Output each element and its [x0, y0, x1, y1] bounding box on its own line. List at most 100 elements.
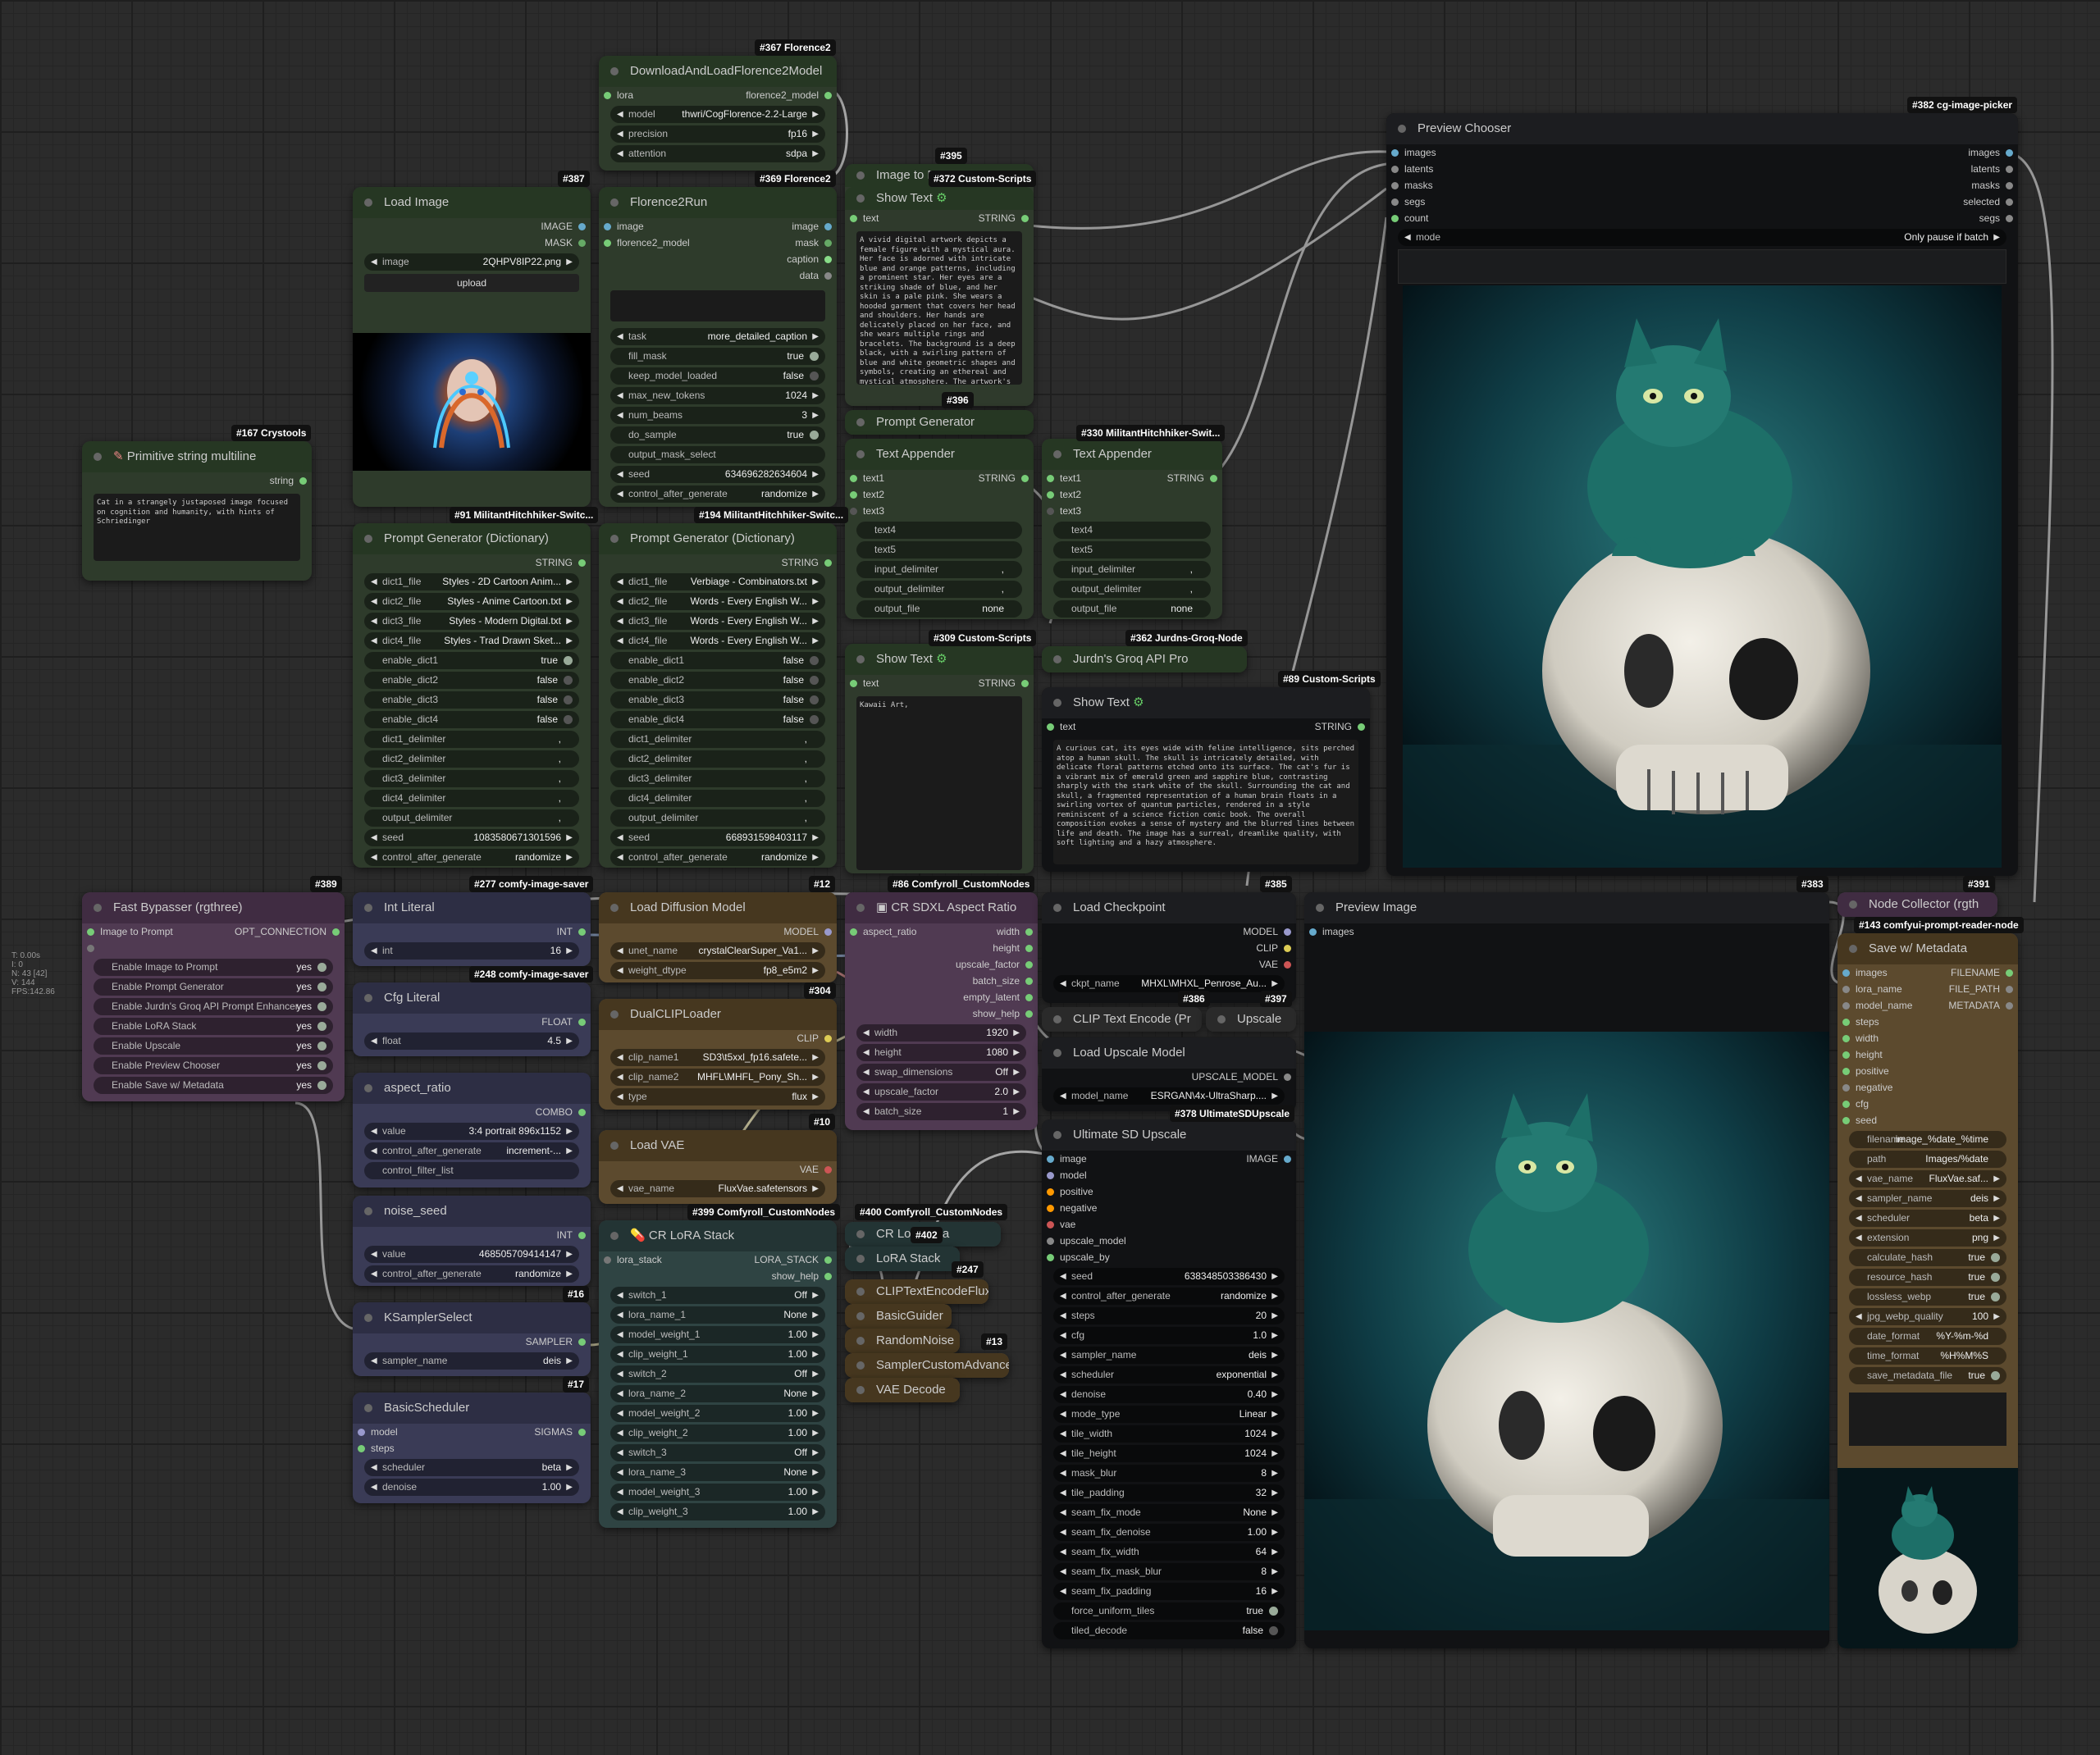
- toggle-icon[interactable]: [1269, 1626, 1278, 1635]
- output-socket[interactable]: [1210, 475, 1217, 482]
- toggle-icon[interactable]: [810, 695, 819, 704]
- widget-model-weight-1[interactable]: ◀ model_weight_1 1.00 ▶: [610, 1326, 825, 1343]
- widget-unet[interactable]: ◀ unet_name crystalClearSuper_Va1... ▶: [610, 942, 825, 960]
- widget-extension[interactable]: ◀ extension png ▶: [1849, 1229, 2006, 1247]
- node-header[interactable]: Int Literal: [353, 892, 591, 923]
- input-socket[interactable]: [1047, 1238, 1054, 1245]
- toggle-icon[interactable]: [1991, 1253, 2000, 1262]
- input-socket[interactable]: [850, 508, 857, 515]
- widget-enable-image-to-prompt[interactable]: Enable Image to Prompt yes: [94, 959, 333, 976]
- widget-upscale-model[interactable]: ◀ model_name ESRGAN\4x-UltraSharp.... ▶: [1053, 1087, 1285, 1105]
- widget-control[interactable]: ◀ control_after_generate increment-... ▶: [364, 1142, 579, 1160]
- output-socket[interactable]: [2006, 1002, 2013, 1010]
- output-socket[interactable]: [578, 1232, 586, 1239]
- input-socket[interactable]: [1842, 1084, 1850, 1092]
- preview-image-node[interactable]: Preview Image images: [1304, 892, 1829, 1648]
- widget-keep-model-loaded[interactable]: keep_model_loaded false: [610, 367, 825, 385]
- input-socket[interactable]: [604, 239, 611, 247]
- widget-seam-fix-width[interactable]: ◀ seam_fix_width 64 ▶: [1053, 1543, 1285, 1561]
- widget-value[interactable]: ◀ value 468505709414147 ▶: [364, 1246, 579, 1263]
- groq-api-node[interactable]: Jurdn's Groq API Pro: [1042, 646, 1247, 672]
- sampler-custom-advanced-node[interactable]: SamplerCustomAdvance: [845, 1353, 1009, 1378]
- widget-tile-padding[interactable]: ◀ tile_padding 32 ▶: [1053, 1484, 1285, 1502]
- widget-vae[interactable]: ◀ vae_name FluxVae.safetensors ▶: [610, 1180, 825, 1197]
- input-socket[interactable]: [850, 491, 857, 499]
- load-checkpoint-node[interactable]: Load Checkpoint MODEL CLIP VAE ◀ ckpt_nam…: [1042, 892, 1296, 1003]
- widget-path[interactable]: path Images/%date: [1849, 1151, 2006, 1168]
- node-header[interactable]: Cfg Literal: [353, 982, 591, 1014]
- input-socket[interactable]: [1842, 986, 1850, 993]
- widget-filter[interactable]: control_filter_list: [364, 1162, 579, 1179]
- widget-dict4-file[interactable]: ◀ dict4_file Words - Every English W... ▶: [610, 632, 825, 650]
- cr-lora-stack-node[interactable]: 💊 CR LoRA Stack lora_stack LORA_STACK sho…: [599, 1220, 837, 1528]
- widget-enable-preview-chooser[interactable]: Enable Preview Chooser yes: [94, 1057, 333, 1074]
- show-text-node-2[interactable]: Show Text ⚙ text STRING Kawaii Art,: [845, 644, 1034, 873]
- node-header[interactable]: Show Text ⚙: [845, 187, 1034, 210]
- widget-date-format[interactable]: date_format %Y-%m-%d: [1849, 1328, 2006, 1345]
- widget-sampler[interactable]: ◀ sampler_name deis ▶: [364, 1352, 579, 1370]
- toggle-icon[interactable]: [564, 715, 573, 724]
- input-socket[interactable]: [1047, 491, 1054, 499]
- output-socket[interactable]: [2006, 215, 2013, 222]
- output-socket[interactable]: [2006, 166, 2013, 173]
- widget-switch-3[interactable]: ◀ switch_3 Off ▶: [610, 1444, 825, 1461]
- widget-dict1-delimiter[interactable]: dict1_delimiter,: [364, 731, 579, 748]
- widget-enable-save-w-metadata[interactable]: Enable Save w/ Metadata yes: [94, 1077, 333, 1094]
- show-text-node-3[interactable]: Show Text ⚙ text STRING A curious cat, it…: [1042, 687, 1370, 872]
- widget-sampler-name[interactable]: ◀ sampler_name deis ▶: [1053, 1347, 1285, 1364]
- output-socket[interactable]: [1284, 961, 1291, 969]
- toggle-icon[interactable]: [317, 1061, 326, 1070]
- node-header[interactable]: RandomNoise: [845, 1329, 960, 1353]
- widget-save-metadata-file[interactable]: save_metadata_file true: [1849, 1367, 2006, 1384]
- output-socket[interactable]: [1021, 475, 1029, 482]
- widget-sampler-name[interactable]: ◀ sampler_name deis ▶: [1849, 1190, 2006, 1207]
- widget-mode-type[interactable]: ◀ mode_type Linear ▶: [1053, 1406, 1285, 1423]
- output-socket[interactable]: [824, 256, 832, 263]
- input-socket[interactable]: [1391, 166, 1399, 173]
- widget-num-beams[interactable]: ◀ num_beams 3 ▶: [610, 407, 825, 424]
- input-socket[interactable]: [1047, 1254, 1054, 1261]
- toggle-icon[interactable]: [317, 982, 326, 991]
- widget-upscale-factor[interactable]: ◀ upscale_factor 2.0 ▶: [856, 1083, 1026, 1101]
- node-header[interactable]: Preview Chooser: [1386, 113, 2018, 144]
- widget-model[interactable]: ◀ model thwri/CogFlorence-2.2-Large ▶: [610, 106, 825, 123]
- node-header[interactable]: Show Text ⚙: [1042, 687, 1370, 718]
- input-socket[interactable]: [358, 1429, 365, 1436]
- output-socket[interactable]: [578, 223, 586, 230]
- widget-seed[interactable]: ◀ seed 668931598403117 ▶: [610, 829, 825, 846]
- widget-text4[interactable]: text4: [1053, 522, 1211, 539]
- widget-dict3-delimiter[interactable]: dict3_delimiter,: [364, 770, 579, 787]
- output-socket[interactable]: [578, 928, 586, 936]
- widget-max-new-tokens[interactable]: ◀ max_new_tokens 1024 ▶: [610, 387, 825, 404]
- node-header[interactable]: Jurdn's Groq API Pro: [1042, 646, 1247, 672]
- toggle-icon[interactable]: [1991, 1292, 2000, 1301]
- toggle-icon[interactable]: [810, 715, 819, 724]
- preview-chooser-node[interactable]: Preview Chooser images images latents laten…: [1386, 113, 2018, 876]
- toggle-icon[interactable]: [317, 1002, 326, 1011]
- widget-control[interactable]: ◀ control_after_generate randomize ▶: [364, 1265, 579, 1283]
- output-socket[interactable]: [2006, 986, 2013, 993]
- widget-dtype[interactable]: ◀ weight_dtype fp8_e5m2 ▶: [610, 962, 825, 979]
- toggle-icon[interactable]: [1991, 1273, 2000, 1282]
- widget-dict3-delimiter[interactable]: dict3_delimiter,: [610, 770, 825, 787]
- widget-scheduler[interactable]: ◀ scheduler beta ▶: [1849, 1210, 2006, 1227]
- widget-dict2-delimiter[interactable]: dict2_delimiter,: [364, 750, 579, 768]
- widget-scheduler[interactable]: ◀ scheduler beta ▶: [364, 1459, 579, 1476]
- input-socket[interactable]: [1309, 928, 1317, 936]
- widget-clip1[interactable]: ◀ clip_name1 SD3\t5xxl_fp16.safete... ▶: [610, 1049, 825, 1066]
- node-header[interactable]: Prompt Generator (Dictionary): [353, 523, 591, 554]
- input-socket[interactable]: [850, 928, 857, 936]
- widget-clip-weight-1[interactable]: ◀ clip_weight_1 1.00 ▶: [610, 1346, 825, 1363]
- node-header[interactable]: Upscale: [1206, 1007, 1296, 1032]
- toggle-icon[interactable]: [1269, 1607, 1278, 1616]
- widget-enable-dict2[interactable]: enable_dict2 false: [364, 672, 579, 689]
- input-socket[interactable]: [1047, 1156, 1054, 1163]
- output-socket[interactable]: [1025, 978, 1033, 985]
- show-text-node-1[interactable]: Image to P Show Text ⚙ text STRING A vivi…: [845, 164, 1034, 406]
- node-header[interactable]: Load Upscale Model: [1042, 1037, 1296, 1069]
- widget-calculate-hash[interactable]: calculate_hash true: [1849, 1249, 2006, 1266]
- input-socket[interactable]: [1842, 1101, 1850, 1108]
- input-socket[interactable]: [1047, 1205, 1054, 1212]
- florence-run-node[interactable]: Florence2Run image image florence2_model m…: [599, 187, 837, 507]
- output-socket[interactable]: [578, 1109, 586, 1116]
